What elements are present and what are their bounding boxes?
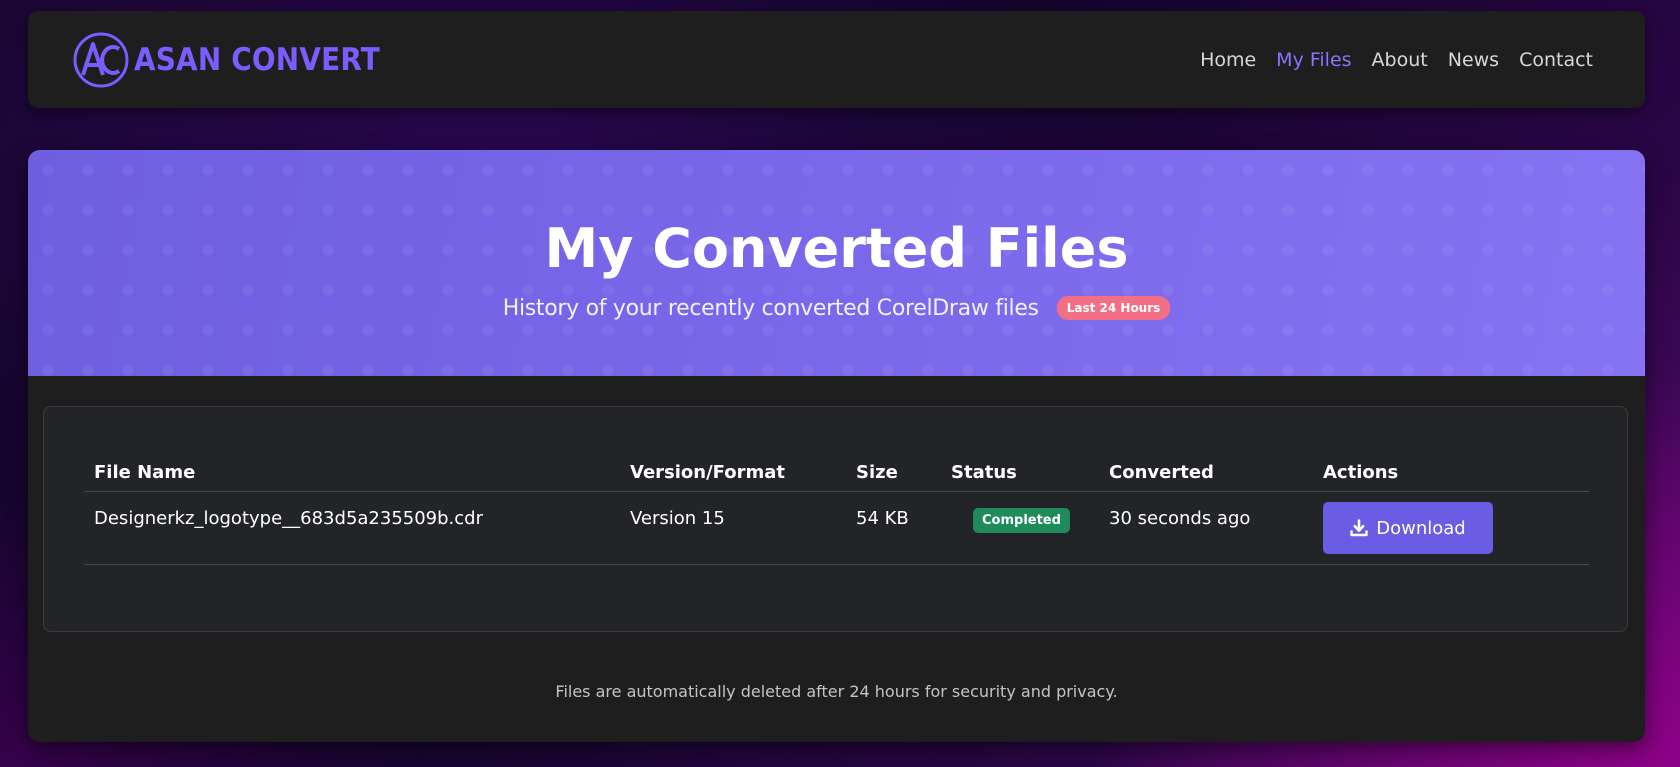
download-button[interactable]: Download	[1323, 502, 1493, 554]
brand-name: ASAN CONVERT	[134, 42, 380, 78]
nav-item-home[interactable]: Home	[1200, 49, 1256, 71]
download-icon	[1350, 519, 1368, 537]
column-header-version: Version/Format	[620, 453, 846, 492]
ac-monogram-icon	[73, 32, 129, 88]
column-header-converted: Converted	[1099, 453, 1313, 492]
main-card: My Converted Files History of your recen…	[28, 150, 1645, 742]
nav-item-my-files[interactable]: My Files	[1276, 49, 1351, 71]
retention-badge: Last 24 Hours	[1056, 296, 1171, 320]
column-header-actions: Actions	[1313, 453, 1589, 492]
files-table-panel: File Name Version/Format Size Status Con…	[43, 406, 1628, 632]
cell-converted: 30 seconds ago	[1099, 491, 1313, 565]
download-button-label: Download	[1376, 517, 1466, 539]
cell-actions: Download	[1313, 491, 1589, 565]
page-subtitle: History of your recently converted Corel…	[502, 295, 1039, 321]
page-title: My Converted Files	[544, 217, 1129, 280]
column-header-status: Status	[941, 453, 1099, 492]
column-header-file-name: File Name	[84, 453, 620, 492]
hero-banner: My Converted Files History of your recen…	[28, 150, 1645, 376]
footer-note: Files are automatically deleted after 24…	[555, 682, 1118, 701]
brand-link[interactable]: ASAN CONVERT	[72, 31, 407, 89]
table-header-row: File Name Version/Format Size Status Con…	[84, 453, 1589, 492]
table-row: Designerkz_logotype__683d5a235509b.cdr V…	[84, 491, 1589, 565]
nav-item-news[interactable]: News	[1448, 49, 1499, 71]
navbar: ASAN CONVERT Home My Files About News Co…	[28, 11, 1645, 108]
hero-subtitle-row: History of your recently converted Corel…	[28, 290, 1645, 326]
status-badge: Completed	[973, 508, 1070, 533]
cell-version: Version 15	[620, 491, 846, 565]
nav-item-contact[interactable]: Contact	[1519, 49, 1593, 71]
cell-status: Completed	[941, 491, 1099, 565]
cell-size: 54 KB	[846, 491, 941, 565]
nav-item-about[interactable]: About	[1372, 49, 1428, 71]
nav-menu: Home My Files About News Contact	[1200, 11, 1593, 108]
files-table: File Name Version/Format Size Status Con…	[84, 453, 1589, 565]
column-header-size: Size	[846, 453, 941, 492]
cell-file-name: Designerkz_logotype__683d5a235509b.cdr	[84, 491, 620, 565]
